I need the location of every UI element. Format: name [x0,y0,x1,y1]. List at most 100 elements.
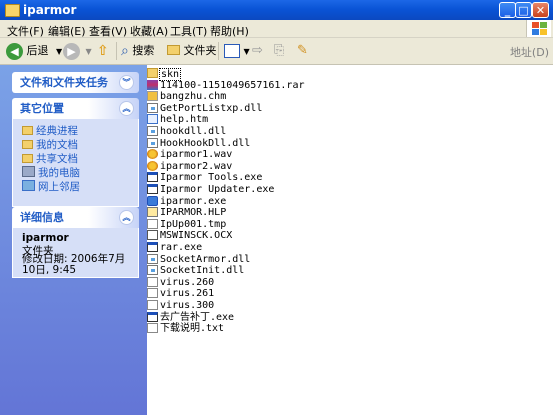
menu-file[interactable]: 文件(F) [7,23,44,39]
gen-file-icon [147,218,158,229]
file-name: GetPortListxp.dll [160,102,263,114]
panel-title: 其它位置 [20,102,64,115]
views-icon [224,44,240,58]
file-name: virus.260 [160,276,215,288]
menu-bar: 文件(F) 编辑(E) 查看(V) 收藏(A) 工具(T) 帮助(H) [0,20,553,38]
file-name: IpUp001.tmp [160,218,227,230]
exe-file-icon [147,184,158,194]
search-label: 搜索 [132,44,155,57]
chm-file-icon [147,91,158,102]
close-button[interactable]: ✕ [532,2,549,18]
file-name: virus.261 [160,288,215,300]
folders-label: 文件夹 [183,44,217,57]
collapse-icon[interactable]: ︽ [119,101,134,116]
wav-file-icon [147,160,158,171]
dll-file-icon [147,265,158,276]
expand-icon[interactable]: ︾ [119,75,134,90]
dropdown-arrow-icon: ▼ [85,47,92,56]
exe-file-icon [147,311,158,322]
network-icon [22,180,35,191]
file-name: SocketInit.dll [160,265,245,277]
windows-logo-icon [526,20,551,37]
search-button[interactable]: ⌕ 搜索 [121,41,154,61]
dll-file-icon [147,253,158,264]
folders-button[interactable]: 文件夹 [167,41,217,61]
window-title: iparmor [23,3,77,17]
exe2-file-icon [147,195,158,206]
menu-tools[interactable]: 工具(T) [170,23,207,39]
wav-file-icon [147,149,158,160]
back-arrow-icon: ◀ [6,42,23,60]
link-my-computer[interactable]: 我的电脑 [22,166,80,180]
gen-file-icon [147,276,158,287]
details-panel: iparmor 文件夹 修改日期: 2006年7月10日, 9:45 [12,228,139,278]
hlp-file-icon [147,207,158,218]
maximize-button[interactable]: □ [515,2,532,18]
file-name: Iparmor Tools.exe [160,172,263,184]
dll-file-icon [147,102,158,113]
dropdown-arrow-icon: ▼ [56,47,63,56]
title-bar: iparmor _ □ ✕ [0,0,553,20]
panel-title: 详细信息 [20,211,64,224]
file-name: SocketArmor.dll [160,253,251,265]
panel-title: 文件和文件夹任务 [20,76,108,89]
file-name: iparmor2.wav [160,160,233,172]
file-name: IPARMOR.HLP [160,207,227,219]
link-classic-process[interactable]: 经典进程 [22,124,78,138]
other-places-header[interactable]: 其它位置 ︽ [12,98,139,119]
file-name: iparmor1.wav [160,149,233,161]
forward-button[interactable]: ▶ ▼ [63,41,92,61]
dll-file-icon [147,126,158,136]
rar-file-icon [147,79,158,90]
collapse-icon[interactable]: ︽ [119,210,134,225]
file-name: virus.300 [160,300,215,311]
menu-favorites[interactable]: 收藏(A) [130,23,168,39]
htm-file-icon [147,114,158,125]
txt-file-icon [147,323,158,334]
search-icon: ⌕ [121,43,129,59]
file-name: rar.exe [160,242,203,253]
toolbar: ◀ 后退 ▼ ▶ ▼ ⇧ ⌕ 搜索 文件夹 ▼ ⇨ ⎘ ✎ 地址(D) [0,38,553,65]
file-folder-tasks-header[interactable]: 文件和文件夹任务 ︾ [12,72,139,93]
file-name: 114100-1151049657161.rar [160,79,305,91]
back-label: 后退 [26,44,49,57]
file-name: help.htm [160,114,209,126]
link-network-places[interactable]: 网上邻居 [22,180,80,194]
file-name: 下载说明.txt [160,323,225,335]
folder-icon [167,45,180,55]
dll-file-icon [147,137,158,148]
menu-help[interactable]: 帮助(H) [210,23,249,39]
details-modified: 修改日期: 2006年7月10日, 9:45 [22,253,126,276]
link-shared-documents[interactable]: 共享文档 [22,152,78,166]
file-name: bangzhu.chm [160,91,227,103]
file-name: hookdll.dll [160,126,227,137]
details-header[interactable]: 详细信息 ︽ [12,207,139,228]
up-folder-icon[interactable]: ⇧ [97,41,109,61]
move-to-icon[interactable]: ⇨ [252,41,263,61]
minimize-button[interactable]: _ [499,2,516,18]
ocx-file-icon [147,230,158,241]
file-name: 去广告补丁.exe [160,311,235,323]
exe-file-icon [147,242,158,252]
back-button[interactable]: ◀ 后退 ▼ [6,41,62,61]
file-name: MSWINSCK.OCX [160,230,233,242]
gen-file-icon [147,300,158,310]
file-name: Iparmor Updater.exe [160,184,275,195]
file-name: HookHookDll.dll [160,137,251,149]
task-pane: 文件和文件夹任务 ︾ 其它位置 ︽ 经典进程 我的文档 共享文档 我的电脑 网上… [0,65,147,415]
folder-icon [22,140,33,149]
folder-icon [5,4,20,17]
folder-icon [22,126,33,135]
file-list: skn 114100-1151049657161.rar bangzhu.chm Ge… [147,65,553,415]
copy-to-icon[interactable]: ⎘ [274,41,284,61]
gen-file-icon [147,288,158,299]
link-my-documents[interactable]: 我的文档 [22,138,78,152]
dropdown-arrow-icon: ▼ [243,47,250,56]
menu-view[interactable]: 查看(V) [89,23,127,39]
views-button[interactable]: ▼ [224,41,250,61]
address-label: 地址(D) [509,46,549,59]
file-name: iparmor.exe [160,195,227,207]
menu-edit[interactable]: 编辑(E) [48,23,86,39]
other-places-panel: 经典进程 我的文档 共享文档 我的电脑 网上邻居 [12,119,139,207]
edit-icon[interactable]: ✎ [297,41,308,61]
